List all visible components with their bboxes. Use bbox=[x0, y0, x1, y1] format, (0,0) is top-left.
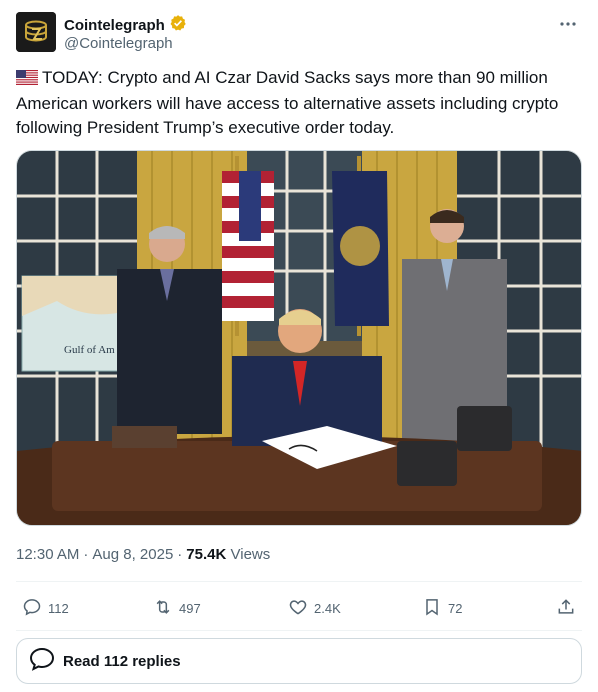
us-flag-icon bbox=[16, 68, 38, 92]
reply-bubble-icon bbox=[27, 644, 57, 679]
tweet-photo[interactable]: Gulf of Am bbox=[16, 150, 582, 526]
read-replies-label: Read 112 replies bbox=[63, 652, 181, 670]
share-button[interactable] bbox=[556, 592, 576, 624]
heart-icon bbox=[288, 597, 308, 620]
tweet-date[interactable]: Aug 8, 2025 bbox=[92, 545, 173, 565]
meta-dot: · bbox=[177, 546, 183, 563]
tweet-text: TODAY: Crypto and AI Czar David Sacks sa… bbox=[16, 66, 582, 140]
tweet-meta: 12:30 AM · Aug 8, 2025 · 75.4K Views bbox=[16, 545, 270, 565]
bookmark-button[interactable]: 72 bbox=[422, 592, 462, 624]
author-avatar[interactable] bbox=[16, 12, 56, 52]
action-bar: 112 497 2.4K 72 bbox=[16, 592, 582, 624]
repost-button[interactable]: 497 bbox=[153, 592, 201, 624]
bookmark-count: 72 bbox=[448, 600, 463, 616]
more-options-icon[interactable] bbox=[558, 14, 578, 34]
divider bbox=[16, 581, 582, 582]
map-label: Gulf of Am bbox=[64, 344, 115, 356]
share-icon bbox=[556, 597, 576, 620]
oval-office-photo: Gulf of Am bbox=[17, 151, 581, 525]
divider bbox=[16, 630, 582, 631]
reply-icon bbox=[22, 597, 42, 620]
like-button[interactable]: 2.4K bbox=[288, 592, 341, 624]
reply-button[interactable]: 112 bbox=[22, 592, 69, 624]
tweet-header: Cointelegraph @Cointelegraph bbox=[16, 12, 582, 56]
author-display-name[interactable]: Cointelegraph bbox=[64, 16, 165, 35]
reply-count: 112 bbox=[48, 600, 69, 616]
read-replies-button[interactable]: Read 112 replies bbox=[16, 638, 582, 684]
bookmark-icon bbox=[422, 597, 442, 620]
like-count: 2.4K bbox=[314, 600, 341, 616]
author-handle[interactable]: @Cointelegraph bbox=[64, 34, 173, 53]
repost-count: 497 bbox=[179, 600, 201, 616]
views-label: Views bbox=[230, 546, 271, 563]
views-count: 75.4K bbox=[186, 546, 227, 563]
tweet-time[interactable]: 12:30 AM bbox=[16, 545, 79, 565]
tweet-body: TODAY: Crypto and AI Czar David Sacks sa… bbox=[16, 68, 559, 137]
repost-icon bbox=[153, 597, 173, 620]
meta-dot: · bbox=[83, 546, 89, 563]
